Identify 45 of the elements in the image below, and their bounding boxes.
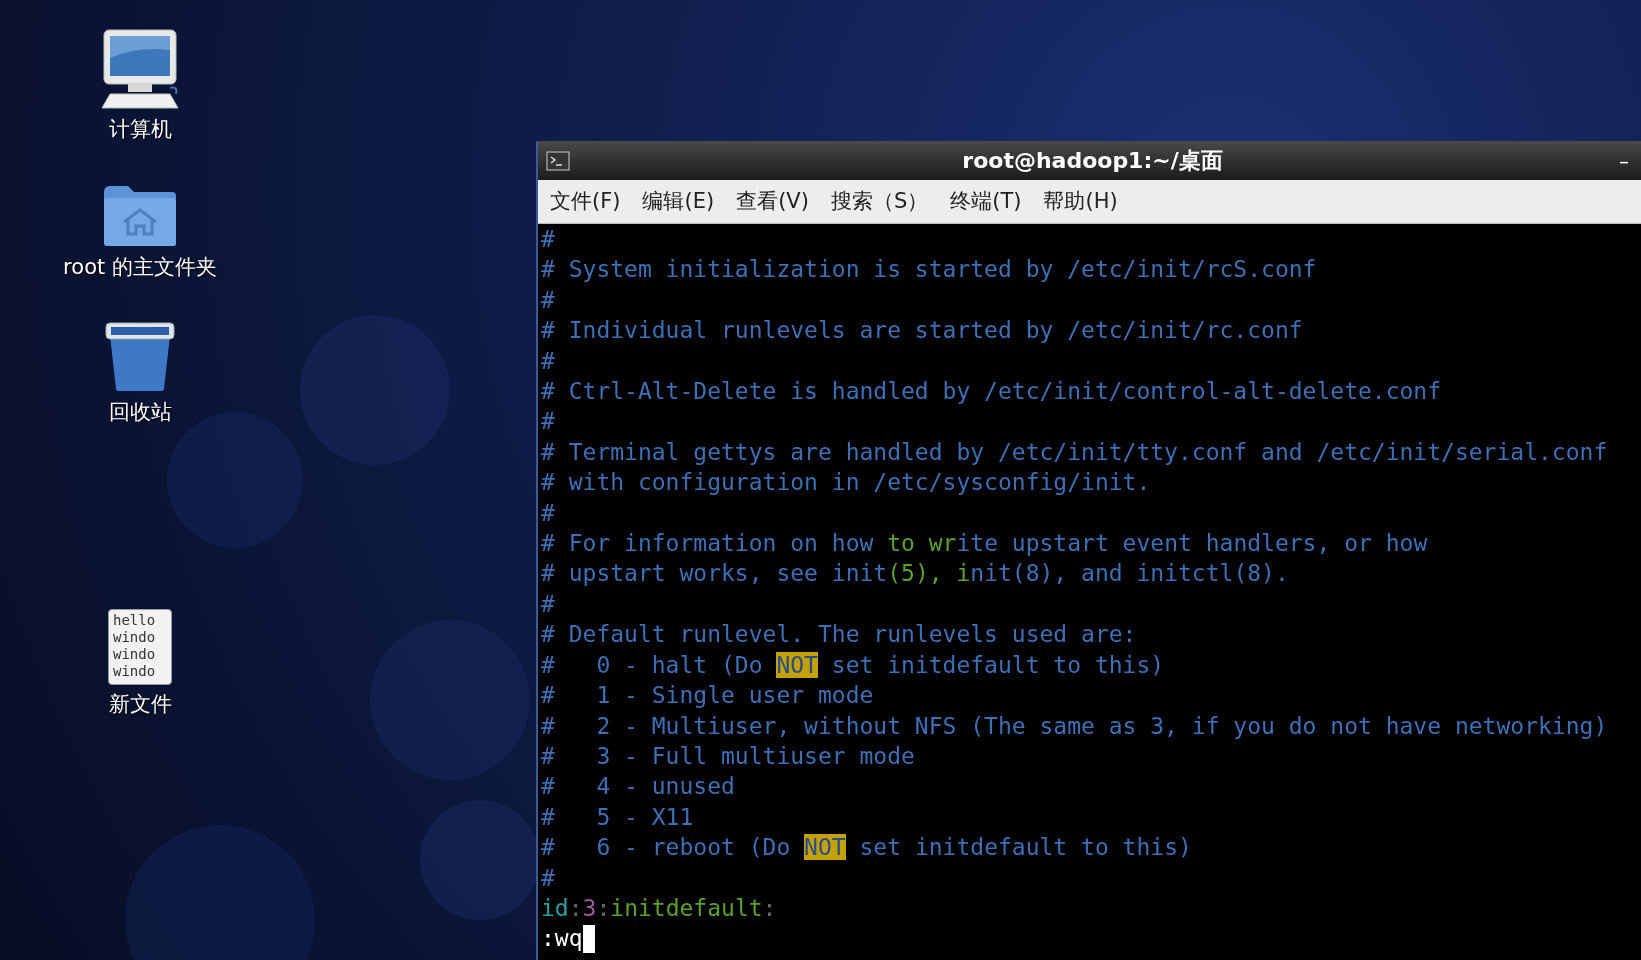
- computer-icon: [98, 28, 182, 110]
- desktop-icon-label[interactable]: 回收站: [108, 397, 172, 429]
- menu-item[interactable]: 编辑(E): [642, 185, 715, 218]
- file-preview-text: windo: [113, 645, 157, 663]
- code-line: #: [541, 498, 556, 528]
- menu-item[interactable]: 文件(F): [550, 185, 621, 218]
- menu-item[interactable]: 帮助(H): [1043, 185, 1118, 218]
- desktop-icon-label[interactable]: 计算机: [108, 114, 172, 146]
- window-title: root@hadoop1:~/桌面: [961, 147, 1224, 175]
- code-line: # 3 - Full multiuser mode: [541, 741, 916, 771]
- code-line: #: [541, 346, 556, 376]
- code-line: id:3:initdefault:: [541, 893, 778, 923]
- code-line: # For information on how to write upstart event handlers, or how: [541, 529, 1429, 559]
- code-line: # 4 - unused: [541, 772, 736, 802]
- code-line: #: [541, 863, 556, 893]
- code-line: # Terminal gettys are handled by /etc/init/tty.conf and /etc/init/serial.conf: [541, 437, 1609, 467]
- command-line: :wq: [541, 924, 583, 954]
- code-line: # 2 - Multiuser, without NFS (The same as 3, if you do not have networking): [541, 711, 1609, 741]
- file-preview-text: hello: [113, 611, 157, 629]
- code-line: # Individual runlevels are started by /etc/init/rc.conf: [541, 316, 1304, 346]
- code-line: #: [541, 225, 556, 254]
- terminal-icon: [546, 150, 570, 171]
- home-folder-icon: [102, 183, 178, 248]
- minimize-button[interactable]: –: [1615, 145, 1633, 176]
- desktop-icon-label[interactable]: 新文件: [108, 688, 172, 720]
- code-line: #: [541, 589, 556, 619]
- code-line: # with configuration in /etc/sysconfig/init.: [541, 468, 1152, 498]
- text-cursor: [582, 924, 595, 953]
- code-line: # Ctrl-Alt-Delete is handled by /etc/init/control-alt-delete.conf: [541, 377, 1443, 407]
- code-line: # Default runlevel. The runlevels used are:: [541, 620, 1138, 650]
- menu-item[interactable]: 搜索（S）: [830, 185, 929, 218]
- menu-item[interactable]: 终端(T): [950, 185, 1022, 218]
- code-line: #: [541, 285, 556, 315]
- code-line: # 6 - reboot (Do NOT set initdefault to this): [541, 833, 1193, 863]
- code-line: # 1 - Single user mode: [541, 681, 875, 711]
- file-preview-text: windo: [113, 628, 157, 646]
- code-line: # upstart works, see init(5), init(8), and initctl(8).: [541, 559, 1290, 589]
- code-line: #: [541, 407, 556, 437]
- trash-icon: [102, 319, 178, 393]
- code-line: # 0 - halt (Do NOT set initdefault to this): [541, 650, 1166, 680]
- file-preview-text: windo: [113, 662, 157, 680]
- menu-item[interactable]: 查看(V): [736, 185, 809, 218]
- code-line: # 5 - X11: [541, 802, 695, 832]
- code-line: # System initialization is started by /etc/init/rcS.conf: [541, 255, 1318, 285]
- desktop-icon-label[interactable]: root 的主文件夹: [63, 251, 217, 283]
